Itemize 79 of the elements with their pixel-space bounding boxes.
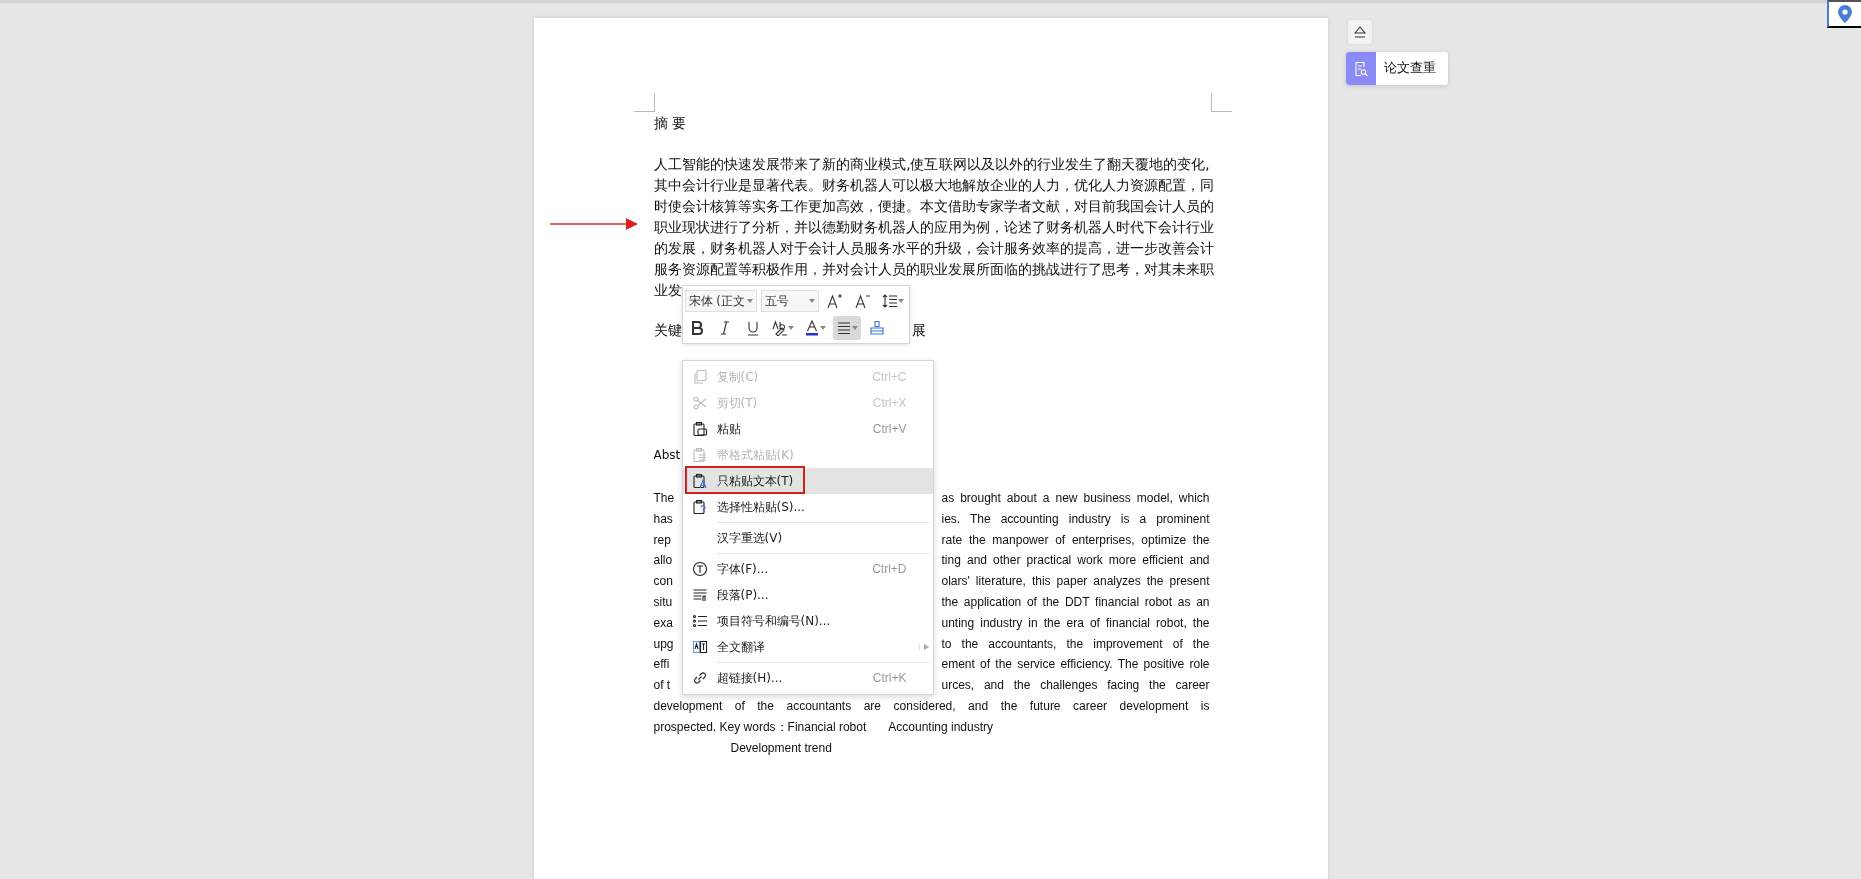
line-spacing-icon xyxy=(881,293,898,309)
shortcut-text: Ctrl+D xyxy=(872,562,908,576)
line-fragment: olars' literature, this paper analyzes the present xyxy=(941,573,1210,591)
location-pin-button[interactable] xyxy=(1827,0,1861,28)
keyword-text: Accounting industry xyxy=(888,718,993,736)
crop-mark xyxy=(1210,93,1232,112)
menu-item[interactable]: 超链接(H)... Ctrl+K xyxy=(682,665,933,691)
menu-item[interactable]: 只粘贴文本(T) xyxy=(682,468,933,494)
collapse-button[interactable] xyxy=(1348,20,1372,44)
line-fragment: effi xyxy=(653,656,670,674)
document-search-icon xyxy=(1353,60,1369,77)
caret-icon xyxy=(808,299,815,303)
line-fragment: ement of the service efficiency. The positive role xyxy=(941,656,1210,674)
keywords-fragment: 展 xyxy=(911,321,926,340)
menu-item[interactable]: 段落(P)... xyxy=(682,582,933,608)
clipboard-format-icon xyxy=(691,447,708,463)
line-fragment: ies. The accounting industry is a prominent xyxy=(941,510,1210,528)
keyword-text: Development trend xyxy=(730,739,832,757)
line-fragment: of t xyxy=(653,677,671,695)
menu-item[interactable]: 汉字重选(V) xyxy=(682,525,933,551)
line-fragment: con xyxy=(653,573,673,591)
font-color-icon xyxy=(803,320,820,336)
line-fragment: the application of the DDT financial robot as an xyxy=(941,594,1210,611)
clipboard-text-icon xyxy=(691,473,708,489)
line-fragment: urces, and the challenges facing the career xyxy=(941,677,1210,695)
caret-icon xyxy=(746,299,753,303)
menu-item[interactable]: 粘贴 Ctrl+V xyxy=(682,416,933,442)
translate-icon xyxy=(691,639,708,655)
line-fragment: The xyxy=(653,490,675,507)
clipboard-icon xyxy=(691,421,708,437)
line-fragment: rate the manpower of enterprises, optimize the xyxy=(941,531,1210,549)
scissors-icon xyxy=(691,395,708,411)
line-fragment: allo xyxy=(653,552,673,570)
crop-mark xyxy=(633,93,655,112)
clipboard-question-icon xyxy=(691,499,708,515)
section-heading: 摘 要 xyxy=(653,114,686,133)
caret-icon xyxy=(787,326,794,330)
shortcut-text: Ctrl+V xyxy=(872,422,908,436)
line-fragment: upg xyxy=(653,635,674,653)
paragraph-icon xyxy=(691,587,708,603)
font-circle-icon xyxy=(691,561,708,577)
line-fragment: to the accountants, the improvement of the xyxy=(941,635,1210,653)
paper-check-button[interactable]: 论文查重 xyxy=(1346,52,1448,85)
align-icon xyxy=(835,320,852,336)
paragraph-line: 业发 xyxy=(653,281,682,300)
list-icon xyxy=(691,613,708,629)
caret-icon xyxy=(819,326,826,330)
paragraph-line: 人工智能的快速发展带来了新的商业模式,使互联网以及以外的行业发生了翻天覆地的变化, xyxy=(653,155,1210,174)
paragraph-line: prospected. Key words：Financial robot xyxy=(653,718,867,736)
caret-icon xyxy=(897,299,904,303)
paragraph-line: development of the accountants are considered, and the future career development is xyxy=(653,697,1210,715)
align-button[interactable] xyxy=(832,316,861,340)
shortcut-text: Ctrl+K xyxy=(872,671,908,685)
keywords-fragment: 关键 xyxy=(653,321,682,340)
menu-item[interactable]: 字体(F)... Ctrl+D xyxy=(682,556,933,582)
line-fragment: rep xyxy=(653,531,671,549)
size-dropdown[interactable]: 五号 xyxy=(760,290,819,312)
line-fragment: has xyxy=(653,510,673,528)
shortcut-text: Ctrl+X xyxy=(872,396,908,410)
line-fragment: situ xyxy=(653,594,673,611)
line-fragment: ting and other practical work more efficient and xyxy=(941,552,1210,570)
shortcut-text: Ctrl+C xyxy=(872,370,908,384)
section-heading: Abst xyxy=(653,447,681,464)
highlight-icon xyxy=(771,320,788,336)
line-fragment: unting industry in the era of financial robot, the xyxy=(941,614,1210,632)
eject-icon xyxy=(1352,24,1368,40)
menu-item[interactable]: 选择性粘贴(S)... xyxy=(682,494,933,520)
link-icon xyxy=(691,670,708,686)
menu-item[interactable]: 全文翻译 xyxy=(682,634,933,660)
line-fragment: exa xyxy=(653,614,673,632)
shrink-font-icon xyxy=(854,293,871,309)
location-pin-icon xyxy=(1838,5,1852,23)
copy-icon xyxy=(691,369,708,385)
line-fragment: as brought about a new business model, which xyxy=(941,490,1210,507)
submenu-arrow-icon xyxy=(918,644,929,650)
menu-item[interactable]: 项目符号和编号(N)... xyxy=(682,608,933,634)
grow-font-icon xyxy=(826,293,843,309)
font-dropdown[interactable]: 宋体 (正文 xyxy=(684,290,757,312)
caret-icon xyxy=(851,326,858,330)
